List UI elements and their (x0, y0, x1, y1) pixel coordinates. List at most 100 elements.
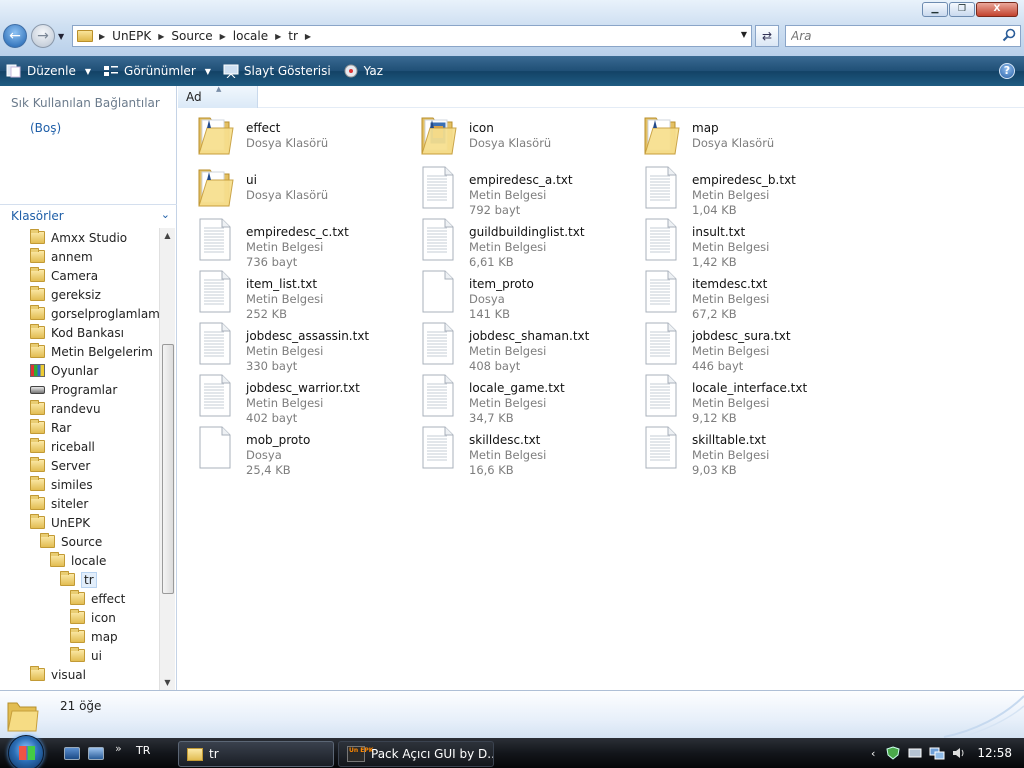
address-dropdown-icon[interactable]: ▼ (741, 30, 747, 39)
file-item-jobdesc-sura-txt[interactable]: jobdesc_sura.txt Metin Belgesi 446 bayt (632, 316, 852, 373)
file-item-mob-proto[interactable]: mob_proto Dosya 25,4 KB (186, 420, 406, 477)
tree-item-server[interactable]: Server (30, 456, 90, 475)
show-desktop-icon[interactable] (64, 747, 80, 760)
tree-item-source[interactable]: Source (40, 532, 102, 551)
tree-item-metin-belgelerim[interactable]: Metin Belgelerim (30, 342, 153, 361)
tree-item-oyunlar[interactable]: Oyunlar (30, 361, 98, 380)
device-icon[interactable] (907, 746, 923, 760)
tree-item-visual[interactable]: visual (30, 665, 86, 684)
security-shield-icon[interactable] (885, 746, 901, 760)
tree-item-map[interactable]: map (70, 627, 118, 646)
breadcrumb-item[interactable]: tr (288, 29, 298, 43)
slideshow-button[interactable]: Slayt Gösterisi (217, 58, 337, 84)
column-header-name[interactable]: ▲ Ad (178, 85, 258, 108)
breadcrumb-arrow-icon[interactable]: ▶ (99, 32, 105, 41)
folder-icon (30, 286, 45, 301)
search-icon[interactable] (1002, 28, 1016, 42)
tree-item-kod-bankas-[interactable]: Kod Bankası (30, 323, 124, 342)
tree-item-label: annem (51, 249, 93, 264)
chevron-down-icon[interactable]: ⌄ (161, 208, 170, 221)
scroll-down-icon[interactable]: ▼ (160, 675, 175, 690)
file-item-jobdesc-warrior-txt[interactable]: jobdesc_warrior.txt Metin Belgesi 402 bayt (186, 368, 406, 425)
tree-item-amxx-studio[interactable]: Amxx Studio (30, 228, 127, 247)
file-item-locale-interface-txt[interactable]: locale_interface.txt Metin Belgesi 9,12 KB (632, 368, 852, 425)
tree-item-riceball[interactable]: riceball (30, 437, 95, 456)
breadcrumb-arrow-icon[interactable]: ▶ (220, 32, 226, 41)
language-indicator[interactable]: TR (136, 744, 150, 757)
file-item-map[interactable]: map Dosya Klasörü (632, 108, 852, 158)
file-name: locale_interface.txt (692, 381, 808, 395)
sort-ascending-icon: ▲ (216, 85, 222, 93)
file-type: Metin Belgesi (246, 396, 324, 410)
tree-item-icon[interactable]: icon (70, 608, 116, 627)
tree-item-camera[interactable]: Camera (30, 266, 98, 285)
file-item-itemdesc-txt[interactable]: itemdesc.txt Metin Belgesi 67,2 KB (632, 264, 852, 321)
breadcrumb-item[interactable]: Source (171, 29, 212, 43)
forward-button[interactable]: → (31, 24, 55, 48)
file-item-item-list-txt[interactable]: item_list.txt Metin Belgesi 252 KB (186, 264, 406, 321)
back-button[interactable]: ← (3, 24, 27, 48)
refresh-icon: ⇄ (761, 29, 773, 43)
file-item-guildbuildinglist-txt[interactable]: guildbuildinglist.txt Metin Belgesi 6,61 K… (409, 212, 629, 269)
folder-tree-scrollbar[interactable]: ▲ ▼ (159, 228, 175, 690)
breadcrumb-arrow-icon[interactable]: ▶ (158, 32, 164, 41)
file-item-locale-game-txt[interactable]: locale_game.txt Metin Belgesi 34,7 KB (409, 368, 629, 425)
file-item-ui[interactable]: ui Dosya Klasörü (186, 160, 406, 210)
tree-item-randevu[interactable]: randevu (30, 399, 101, 418)
file-item-item-proto[interactable]: item_proto Dosya 141 KB (409, 264, 629, 321)
file-item-insult-txt[interactable]: insult.txt Metin Belgesi 1,42 KB (632, 212, 852, 269)
tree-item-gereksiz[interactable]: gereksiz (30, 285, 101, 304)
tray-expand-icon[interactable]: ‹ (871, 747, 875, 760)
chevron-down-icon[interactable]: ▼ (205, 67, 211, 76)
taskbar-button-tr[interactable]: tr (178, 741, 334, 767)
folders-header[interactable]: Klasörler ⌄ (0, 204, 177, 226)
tree-item-locale[interactable]: locale (50, 551, 106, 570)
breadcrumb-item[interactable]: UnEPK (112, 29, 151, 43)
file-item-jobdesc-shaman-txt[interactable]: jobdesc_shaman.txt Metin Belgesi 408 bayt (409, 316, 629, 373)
burn-button[interactable]: Yaz (337, 58, 389, 84)
maximize-button[interactable]: ❐ (949, 2, 975, 17)
start-button[interactable] (8, 735, 44, 768)
tree-item-gorselproglamlama[interactable]: gorselproglamlama (30, 304, 160, 323)
file-item-effect[interactable]: effect Dosya Klasörü (186, 108, 406, 158)
item-count: 21 öğe (60, 699, 102, 713)
tree-item-siteler[interactable]: siteler (30, 494, 88, 513)
tree-item-unepk[interactable]: UnEPK (30, 513, 90, 532)
organize-button[interactable]: Düzenle ▼ (0, 58, 97, 84)
tree-item-rar[interactable]: Rar (30, 418, 71, 437)
tree-item-annem[interactable]: annem (30, 247, 93, 266)
volume-icon[interactable] (951, 746, 967, 760)
quick-launch-more[interactable]: » (115, 742, 122, 755)
file-item-skilltable-txt[interactable]: skilltable.txt Metin Belgesi 9,03 KB (632, 420, 852, 477)
refresh-button[interactable]: ⇄ (755, 25, 779, 47)
tree-item-tr[interactable]: tr (60, 570, 97, 589)
scrollbar-thumb[interactable] (162, 344, 174, 594)
address-bar[interactable]: ▶ UnEPK ▶ Source ▶ locale ▶ tr ▶ ▼ (72, 25, 752, 47)
taskbar-button-pack-acici[interactable]: Un EPK Pack Açıcı GUI by D... (338, 741, 494, 767)
network-icon[interactable] (929, 746, 945, 760)
file-item-skilldesc-txt[interactable]: skilldesc.txt Metin Belgesi 16,6 KB (409, 420, 629, 477)
tree-item-effect[interactable]: effect (70, 589, 125, 608)
favorite-links-header: Sık Kullanılan Bağlantılar (11, 96, 160, 110)
views-button[interactable]: Görünümler ▼ (97, 58, 217, 84)
recent-pages-dropdown-icon[interactable]: ▼ (58, 32, 64, 41)
clock[interactable]: 12:58 (977, 746, 1012, 760)
tree-item-similes[interactable]: similes (30, 475, 93, 494)
close-button[interactable]: X (976, 2, 1018, 17)
file-item-empiredesc-a-txt[interactable]: empiredesc_a.txt Metin Belgesi 792 bayt (409, 160, 629, 217)
burn-disc-icon (344, 64, 358, 78)
minimize-button[interactable]: ▁ (922, 2, 948, 17)
tree-item-ui[interactable]: ui (70, 646, 102, 665)
scroll-up-icon[interactable]: ▲ (160, 228, 175, 243)
switch-windows-icon[interactable] (88, 747, 104, 760)
file-item-empiredesc-b-txt[interactable]: empiredesc_b.txt Metin Belgesi 1,04 KB (632, 160, 852, 217)
search-input[interactable] (786, 26, 986, 46)
file-item-jobdesc-assassin-txt[interactable]: jobdesc_assassin.txt Metin Belgesi 330 bay… (186, 316, 406, 373)
breadcrumb-arrow-icon[interactable]: ▶ (305, 32, 311, 41)
file-item-icon[interactable]: icon Dosya Klasörü (409, 108, 629, 158)
help-icon[interactable]: ? (999, 63, 1015, 79)
file-item-empiredesc-c-txt[interactable]: empiredesc_c.txt Metin Belgesi 736 bayt (186, 212, 406, 269)
breadcrumb-arrow-icon[interactable]: ▶ (275, 32, 281, 41)
breadcrumb-item[interactable]: locale (233, 29, 268, 43)
tree-item-programlar[interactable]: Programlar (30, 380, 117, 399)
